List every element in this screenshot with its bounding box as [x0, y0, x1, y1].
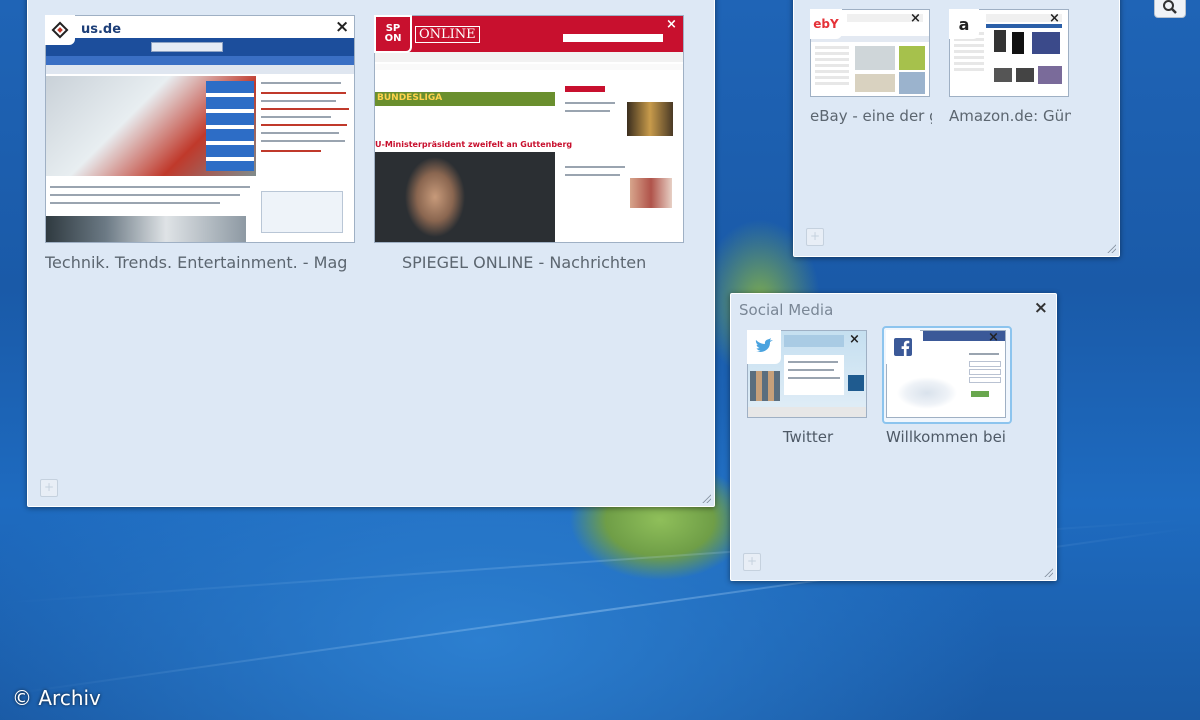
resize-handle[interactable] [1106, 243, 1116, 253]
search-button[interactable] [1154, 0, 1186, 18]
tab-favicon [45, 15, 75, 45]
amazon-logo-text: a [958, 14, 970, 34]
facebook-logo-icon [894, 338, 912, 356]
tab-title: Willkommen bei F [886, 428, 1008, 446]
diamond-logo-icon [51, 21, 69, 39]
group-close-button[interactable]: × [1034, 298, 1048, 318]
tab-close-button[interactable]: × [335, 17, 349, 37]
page-preview: ONLINE BUNDESLIGA U-Ministerpräsident zw… [374, 15, 684, 243]
tab-title: Technik. Trends. Entertainment. - Mag [45, 253, 348, 272]
ebay-logo-text: ebY [813, 17, 839, 31]
tab-thumbnail-twitter[interactable]: × Twitter [747, 330, 869, 446]
tab-group-main[interactable]: us.de × Technik. Trends. Entertainment. … [27, 0, 715, 507]
tab-thumbnail-technik[interactable]: us.de × Technik. Trends. Entertainment. … [45, 15, 355, 275]
tab-favicon: SP ON [374, 15, 412, 53]
tab-close-button[interactable]: × [910, 11, 921, 26]
tab-close-button[interactable]: × [666, 17, 677, 32]
copyright-watermark: © Archiv [12, 686, 101, 710]
tab-close-button[interactable]: × [988, 330, 999, 345]
favicon-site-text: us.de [81, 22, 122, 37]
resize-handle[interactable] [1043, 567, 1053, 577]
tab-favicon [747, 330, 781, 364]
tab-thumbnail-spiegel[interactable]: ONLINE BUNDESLIGA U-Ministerpräsident zw… [374, 15, 684, 275]
bundesliga-banner-text: BUNDESLIGA [377, 93, 443, 103]
group-title[interactable]: Social Media [739, 301, 833, 319]
spiegel-favicon-text: SP ON [384, 23, 402, 44]
new-tab-button[interactable]: + [806, 228, 824, 246]
tab-group-social-media[interactable]: Social Media × × Twitter × Willkommen be… [730, 293, 1057, 581]
search-icon [1163, 0, 1177, 14]
tab-group-shopping[interactable]: ebY × eBay - eine der g a × Amazon.de: G… [793, 0, 1120, 257]
tab-favicon [886, 330, 920, 364]
tab-close-button[interactable]: × [849, 332, 860, 347]
twitter-bird-icon [755, 338, 773, 352]
resize-handle[interactable] [701, 493, 711, 503]
tab-thumbnail-ebay[interactable]: ebY × eBay - eine der g [810, 9, 932, 125]
tab-close-button[interactable]: × [1049, 11, 1060, 26]
headline: U-Ministerpräsident zweifelt an Guttenbe… [375, 140, 573, 149]
new-tab-button[interactable]: + [40, 479, 58, 497]
tab-thumbnail-amazon[interactable]: a × Amazon.de: Güns [949, 9, 1071, 125]
tab-title: Twitter [782, 428, 834, 446]
tab-favicon: ebY [810, 9, 842, 39]
tab-title: SPIEGEL ONLINE - Nachrichten [402, 253, 647, 272]
tab-title: Amazon.de: Güns [949, 107, 1071, 125]
new-tab-button[interactable]: + [743, 553, 761, 571]
tab-thumbnail-facebook[interactable]: × Willkommen bei F [882, 326, 1012, 446]
spiegel-logo-text: ONLINE [415, 26, 480, 43]
tab-favicon: a [949, 9, 979, 39]
tab-title: eBay - eine der g [810, 107, 932, 125]
page-preview [45, 15, 355, 243]
